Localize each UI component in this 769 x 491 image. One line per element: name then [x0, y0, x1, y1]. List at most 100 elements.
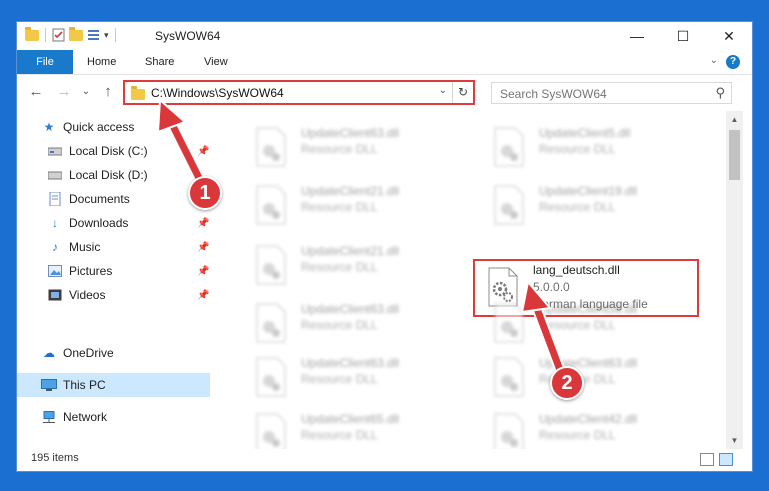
- file-item[interactable]: UpdateClient63.dll Resource DLL: [481, 351, 701, 403]
- file-description: Resource DLL: [301, 142, 378, 156]
- file-name: UpdateClient5.dll: [539, 126, 631, 140]
- new-folder-icon[interactable]: [69, 26, 83, 41]
- sidebar-item-pictures[interactable]: Pictures 📌: [17, 259, 210, 283]
- dll-file-icon: [256, 185, 286, 225]
- back-button[interactable]: ←: [27, 83, 45, 100]
- computer-icon: [41, 378, 57, 392]
- sidebar-item-local-disk-c[interactable]: Local Disk (C:) 📌: [17, 139, 210, 163]
- sidebar-item-onedrive[interactable]: ☁ OneDrive: [17, 341, 210, 365]
- scroll-thumb[interactable]: [729, 130, 740, 180]
- sidebar-item-label: Network: [63, 410, 108, 424]
- refresh-button[interactable]: ↻: [452, 82, 473, 103]
- scroll-up-icon[interactable]: ▲: [726, 111, 743, 128]
- file-list: UpdateClient63.dll Resource DLL UpdateCl…: [227, 111, 737, 449]
- address-dropdown-icon[interactable]: ⌄: [439, 85, 447, 96]
- search-box[interactable]: ⚲: [491, 82, 732, 104]
- network-icon: [41, 410, 57, 424]
- divider: [45, 28, 46, 42]
- file-item[interactable]: UpdateClient63.dll Resource DLL: [243, 121, 463, 173]
- file-name: UpdateClient63.dll: [301, 302, 400, 316]
- item-count: 195 items: [31, 452, 79, 464]
- address-path[interactable]: C:\Windows\SysWOW64: [151, 86, 284, 100]
- file-item[interactable]: UpdateClient63.dll Resource DLL: [243, 351, 463, 403]
- pin-icon: 📌: [197, 145, 210, 157]
- tiles-view-icon[interactable]: [719, 453, 733, 466]
- drive-icon: [47, 144, 63, 158]
- title-bar: ▾ SysWOW64 — ☐ ✕: [17, 22, 752, 50]
- sidebar-item-label: This PC: [63, 378, 106, 392]
- file-item[interactable]: UpdateClient21.dll Resource DLL: [243, 179, 463, 231]
- details-view-icon[interactable]: [700, 453, 714, 466]
- window-title: SysWOW64: [155, 29, 221, 43]
- dll-file-icon: [256, 357, 286, 397]
- properties-icon[interactable]: [52, 28, 65, 42]
- sidebar-item-label: Downloads: [69, 216, 129, 230]
- sidebar-item-label: Local Disk (D:): [69, 168, 148, 182]
- documents-icon: [47, 192, 63, 206]
- music-icon: ♪: [52, 240, 58, 254]
- file-description: Resource DLL: [301, 428, 378, 442]
- tab-view[interactable]: View: [194, 50, 238, 74]
- qat-dropdown-icon[interactable]: ▾: [104, 30, 109, 41]
- search-input[interactable]: [498, 84, 702, 104]
- pin-icon: 📌: [197, 265, 210, 277]
- file-item[interactable]: UpdateClient65.dll Resource DLL: [243, 407, 463, 449]
- pin-icon: 📌: [197, 241, 210, 253]
- divider: [114, 28, 116, 42]
- sidebar-item-label: Pictures: [69, 264, 113, 278]
- file-item[interactable]: UpdateClient42.dll Resource DLL: [481, 407, 701, 449]
- file-item[interactable]: UpdateClient58.dll Resource DLL: [481, 297, 701, 349]
- dll-file-icon: [494, 185, 524, 225]
- quick-access-toolbar: ▾: [25, 26, 118, 42]
- sidebar-item-quick-access[interactable]: ★ Quick access: [17, 115, 210, 139]
- search-icon[interactable]: ⚲: [715, 85, 725, 101]
- pin-icon: 📌: [197, 289, 210, 301]
- up-button[interactable]: ↑: [99, 83, 117, 100]
- forward-button[interactable]: →: [55, 83, 73, 100]
- recent-locations-button[interactable]: ⌄: [77, 86, 95, 97]
- minimize-button[interactable]: —: [614, 22, 660, 50]
- step-2-badge: 2: [550, 366, 584, 400]
- help-icon[interactable]: ?: [726, 55, 740, 69]
- file-name: UpdateClient58.dll: [539, 302, 638, 316]
- file-name: UpdateClient63.dll: [539, 356, 638, 370]
- scroll-down-icon[interactable]: ▼: [726, 432, 743, 449]
- sidebar-item-label: Music: [69, 240, 101, 254]
- file-description: Resource DLL: [539, 200, 616, 214]
- sidebar-item-videos[interactable]: Videos 📌: [17, 283, 210, 307]
- sidebar-item-downloads[interactable]: ↓ Downloads 📌: [17, 211, 210, 235]
- cloud-icon: ☁: [43, 346, 55, 360]
- sidebar-item-label: OneDrive: [63, 346, 114, 360]
- expand-ribbon-icon[interactable]: ⌄: [710, 55, 718, 66]
- navigation-pane: ★ Quick access Local Disk (C:) 📌 Local D…: [17, 111, 210, 449]
- file-name: UpdateClient21.dll: [301, 184, 400, 198]
- file-item[interactable]: UpdateClient5.dll Resource DLL: [481, 121, 701, 173]
- customize-icon[interactable]: [87, 28, 100, 42]
- file-item[interactable]: UpdateClient19.dll Resource DLL: [481, 179, 701, 231]
- videos-icon: [47, 288, 63, 302]
- star-icon: ★: [43, 120, 55, 134]
- pin-icon: 📌: [197, 217, 210, 229]
- sidebar-item-this-pc[interactable]: This PC: [17, 373, 210, 397]
- vertical-scrollbar[interactable]: ▲ ▼: [726, 111, 743, 449]
- file-description: Resource DLL: [539, 142, 616, 156]
- file-description: Resource DLL: [301, 260, 378, 274]
- tab-share[interactable]: Share: [135, 50, 184, 74]
- maximize-button[interactable]: ☐: [660, 22, 706, 50]
- step-1-badge: 1: [188, 176, 222, 210]
- sidebar-item-network[interactable]: Network: [17, 405, 210, 429]
- close-button[interactable]: ✕: [706, 22, 752, 50]
- sidebar-item-documents[interactable]: Documents 📌: [17, 187, 210, 211]
- download-icon: ↓: [52, 216, 58, 230]
- address-bar[interactable]: C:\Windows\SysWOW64 ⌄ ↻: [123, 80, 475, 105]
- ribbon-tabs: File Home Share View ⌄ ?: [17, 50, 752, 75]
- tab-home[interactable]: Home: [77, 50, 126, 74]
- sidebar-item-local-disk-d[interactable]: Local Disk (D:): [17, 163, 210, 187]
- sidebar-item-music[interactable]: ♪ Music 📌: [17, 235, 210, 259]
- file-item[interactable]: UpdateClient21.dll Resource DLL: [243, 239, 463, 291]
- folder-icon: [131, 86, 145, 100]
- tab-file[interactable]: File: [17, 50, 73, 74]
- file-item[interactable]: UpdateClient63.dll Resource DLL: [243, 297, 463, 349]
- dll-file-icon: [494, 357, 524, 397]
- address-row: ← → ⌄ ↑ C:\Windows\SysWOW64 ⌄ ↻ ⚲: [17, 75, 752, 111]
